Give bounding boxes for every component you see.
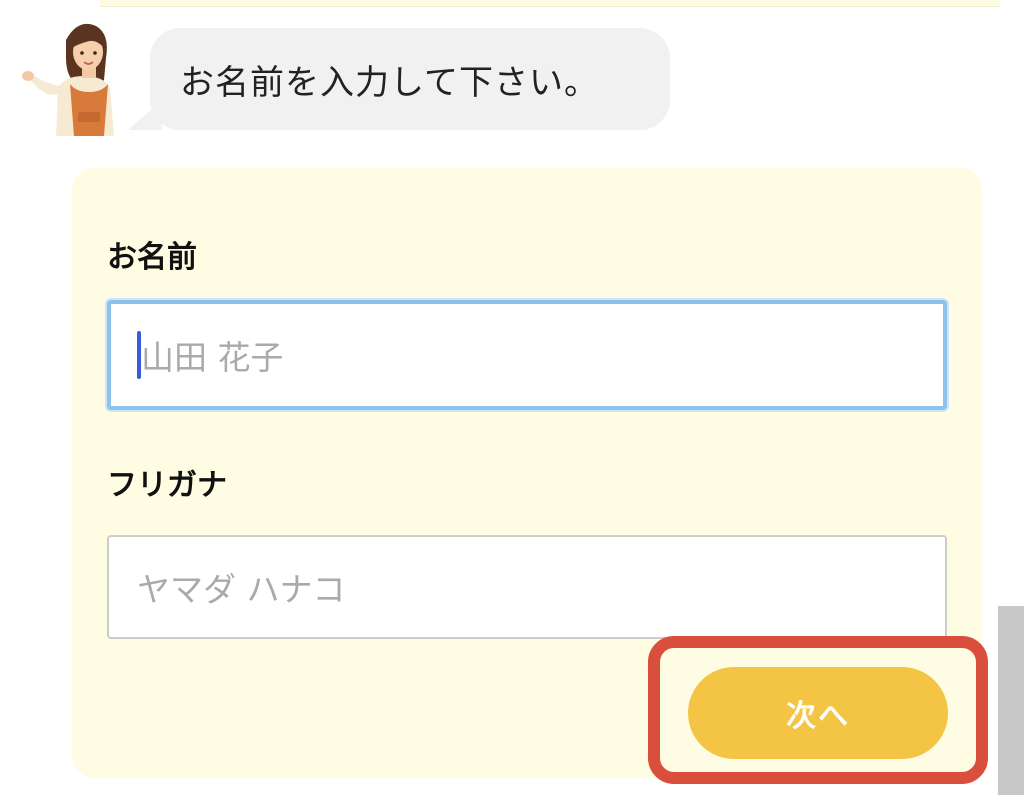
next-button-label: 次へ: [786, 699, 850, 734]
name-input-placeholder: 山田 花子: [141, 338, 284, 377]
previous-card-edge: [100, 0, 1000, 7]
name-field-label: お名前: [107, 240, 197, 275]
kana-input[interactable]: ヤマダ ハナコ: [107, 535, 947, 639]
scrollbar[interactable]: [998, 606, 1024, 795]
name-input[interactable]: 山田 花子: [107, 300, 947, 410]
chat-form-page: お名前を入力して下さい。 お名前 山田 花子 フリガナ ヤマダ ハナコ 次へ: [0, 0, 1024, 795]
kana-field-label: フリガナ: [107, 468, 227, 503]
kana-input-placeholder: ヤマダ ハナコ: [137, 570, 346, 609]
assistant-message: お名前を入力して下さい。: [180, 62, 599, 103]
next-button[interactable]: 次へ: [688, 667, 948, 759]
woman-in-apron-icon: [18, 18, 123, 136]
speech-bubble: お名前を入力して下さい。: [150, 28, 670, 130]
